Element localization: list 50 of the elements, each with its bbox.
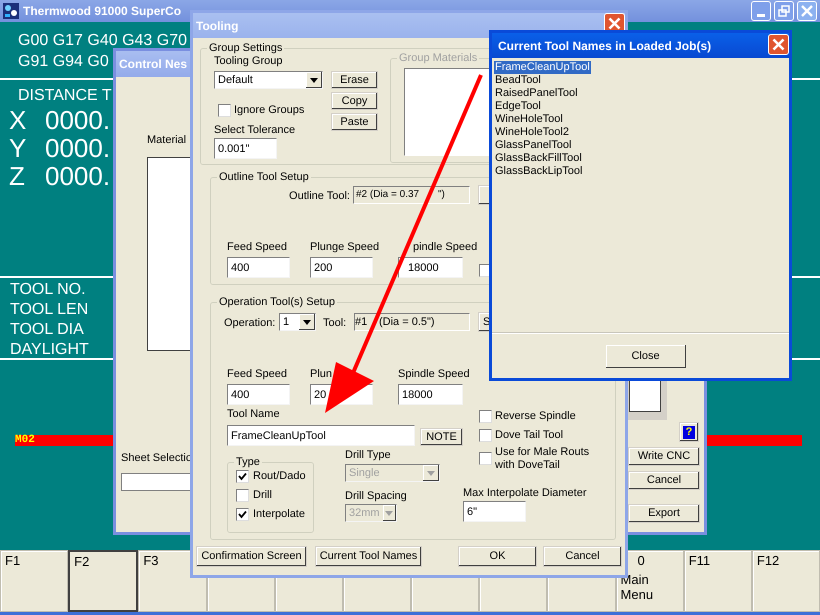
distance-heading: DISTANCE T	[18, 86, 112, 106]
axis-label: Z	[9, 162, 26, 190]
field-label: pindle Speed	[413, 241, 478, 254]
window-title: Thermwood 91000 SuperCo	[23, 3, 182, 20]
field-label: Drill Spacing	[345, 490, 407, 503]
field-label: Drill Type	[345, 449, 391, 462]
checkbox-label: Ignore Groups	[234, 104, 304, 117]
checkbox-label: Reverse Spindle	[495, 410, 577, 423]
status-code: M02	[15, 435, 35, 446]
field-label: Select Tolerance	[214, 124, 296, 137]
field-label: Outline Tool:	[288, 190, 350, 203]
gcode-line: G00 G17 G40 G43 G70	[18, 31, 187, 51]
field-label: Tool:	[323, 317, 346, 330]
window-title: Control Nes	[119, 56, 188, 73]
axis-value: 0000.	[45, 134, 110, 162]
tool-info-label: DAYLIGHT	[10, 340, 89, 360]
tool-display-text: (Dia = 0.5")	[379, 315, 435, 329]
tool-display-text: ")	[438, 188, 445, 202]
group-title: Group Materials	[397, 51, 480, 65]
checkbox-label: Interpolate	[253, 508, 305, 521]
axis-value: 0000.	[45, 162, 110, 190]
gcode-line: G91 G94 G0	[18, 52, 109, 72]
window-title: Current Tool Names in Loaded Job(s)	[498, 38, 712, 54]
checkbox-label: Drill	[253, 489, 272, 502]
axis-value: 0000.	[45, 106, 110, 134]
group-title: Outline Tool Setup	[217, 170, 311, 184]
tool-info-label: TOOL LEN	[10, 300, 88, 320]
field-label: Spindle Speed	[398, 368, 470, 381]
group-title: Type	[234, 455, 262, 469]
field-label: Tooling Group	[214, 55, 282, 68]
checkbox-label: Dove Tail Tool	[495, 429, 564, 442]
tool-info-label: TOOL DIA	[10, 320, 84, 340]
field-label: Operation:	[224, 317, 276, 330]
field-label: Plunge Speed	[310, 241, 380, 254]
axis-label: X	[9, 106, 28, 134]
checkbox-label: Rout/Dado	[253, 470, 306, 483]
tool-info-label: TOOL NO.	[10, 280, 86, 300]
field-label: Material	[147, 134, 186, 147]
field-label: Tool Name	[227, 408, 280, 421]
checkbox-label: Use for Male Routs with DoveTail	[495, 446, 590, 472]
window-title: Tooling	[196, 18, 238, 34]
field-label: Feed Speed	[227, 368, 287, 381]
tool-display-text: #2 (Dia = 0.37	[356, 188, 420, 202]
field-label: Feed Speed	[227, 241, 287, 254]
axis-label: Y	[9, 134, 28, 162]
tool-display-text: #1	[355, 315, 368, 329]
field-label: Max Interpolate Diameter	[463, 487, 586, 500]
field-label: Plun	[310, 368, 332, 381]
group-title: Operation Tool(s) Setup	[217, 295, 337, 309]
group-title: Group Settings	[207, 41, 284, 55]
